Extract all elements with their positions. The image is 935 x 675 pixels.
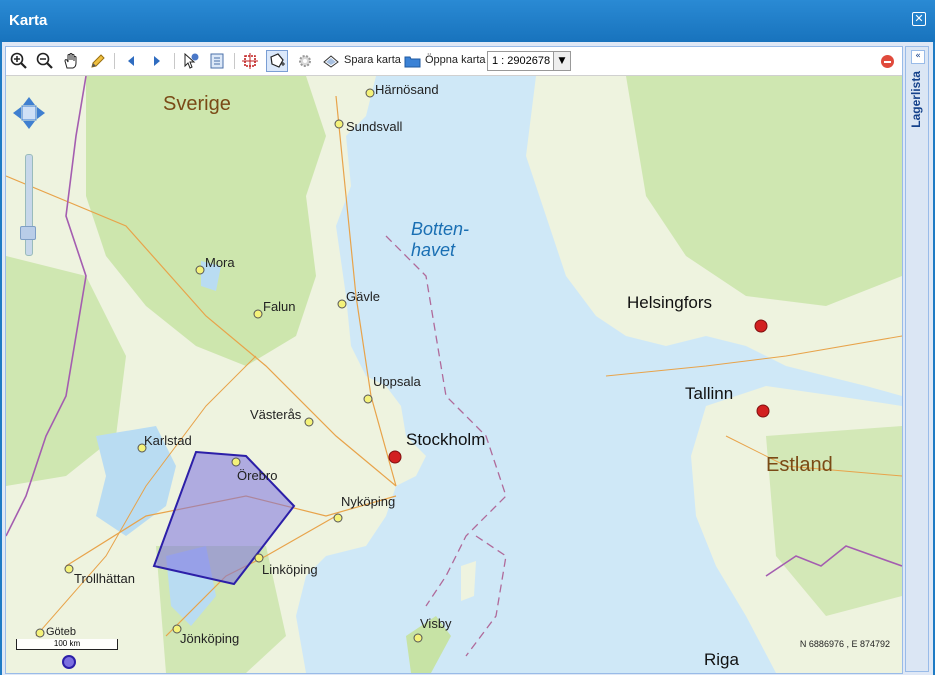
city-label: Härnösand xyxy=(375,82,439,97)
city-label: Karlstad xyxy=(144,433,192,448)
zoom-in-icon[interactable] xyxy=(8,50,30,72)
zoom-out-icon[interactable] xyxy=(34,50,56,72)
city-label: Jönköping xyxy=(180,631,240,646)
history-forward-icon[interactable] xyxy=(146,50,168,72)
toolbar-separator xyxy=(114,53,115,69)
zoom-slider-handle[interactable] xyxy=(20,226,36,240)
capital-label: Helsingfors xyxy=(627,293,713,312)
zoom-slider[interactable] xyxy=(25,154,33,256)
settings-gear-icon[interactable] xyxy=(294,50,316,72)
city-label: Falun xyxy=(263,299,296,314)
window-title: Karta xyxy=(9,12,48,29)
layer-list-panel: « Lagerlista xyxy=(905,46,929,672)
country-label: Sverige xyxy=(163,93,231,115)
city-label: Göteb xyxy=(46,626,76,638)
layer-list-title[interactable]: Lagerlista xyxy=(909,71,923,128)
select-box-icon[interactable] xyxy=(239,50,261,72)
city-label: Västerås xyxy=(250,407,302,422)
window-titlebar: Karta ✕ xyxy=(0,0,935,42)
country-label: Estland xyxy=(766,454,833,476)
sea-label-line: Botten- xyxy=(411,219,470,239)
close-icon[interactable]: ✕ xyxy=(912,12,926,26)
map-window-body: Spara karta Öppna karta 1 : 2902678 ▼ Sv… xyxy=(2,42,933,675)
pan-hand-icon[interactable] xyxy=(60,50,82,72)
city-label: Visby xyxy=(420,616,452,631)
sea-label-line: havet xyxy=(411,240,456,260)
city-label: Uppsala xyxy=(373,374,421,389)
scale-bar: 100 km xyxy=(16,639,118,650)
history-back-icon[interactable] xyxy=(120,50,142,72)
map-toolbar: Spara karta Öppna karta 1 : 2902678 ▼ xyxy=(6,47,902,76)
save-map-button[interactable]: Spara karta xyxy=(344,54,401,66)
expand-double-chevron-icon[interactable]: « xyxy=(911,50,925,64)
identify-icon[interactable] xyxy=(180,50,202,72)
city-label: Mora xyxy=(205,255,235,270)
map-background xyxy=(6,76,902,673)
toolbar-separator xyxy=(174,53,175,69)
save-map-icon[interactable] xyxy=(320,50,342,72)
capital-label: Tallinn xyxy=(685,384,734,403)
capital-label: Riga xyxy=(704,650,739,669)
city-label: Linköping xyxy=(262,562,318,577)
pan-control-icon[interactable] xyxy=(12,96,46,130)
coordinate-readout: N 6886976 , E 874792 xyxy=(799,639,890,649)
city-label: Sundsvall xyxy=(346,119,403,134)
sea-label: Botten- havet xyxy=(411,219,469,261)
capital-label: Stockholm xyxy=(406,430,486,449)
map-panel: Spara karta Öppna karta 1 : 2902678 ▼ Sv… xyxy=(5,46,903,674)
map-canvas[interactable]: Sverige Estland Botten- havet Stockholm … xyxy=(6,76,902,673)
info-icon[interactable] xyxy=(206,50,228,72)
remove-icon[interactable] xyxy=(881,55,894,68)
open-map-button[interactable]: Öppna karta xyxy=(425,54,486,66)
scale-value: 1 : 2902678 xyxy=(492,55,551,67)
draw-polygon-icon[interactable] xyxy=(266,50,288,72)
chevron-down-icon[interactable]: ▼ xyxy=(553,52,570,70)
city-label: Trollhättan xyxy=(74,571,135,586)
open-folder-icon[interactable] xyxy=(402,50,424,72)
city-label: Gävle xyxy=(346,289,380,304)
city-label: Nyköping xyxy=(341,494,396,509)
pencil-icon[interactable] xyxy=(87,50,109,72)
toolbar-separator xyxy=(234,53,235,69)
scale-select[interactable]: 1 : 2902678 ▼ xyxy=(487,51,571,71)
city-label: Örebro xyxy=(237,468,278,483)
